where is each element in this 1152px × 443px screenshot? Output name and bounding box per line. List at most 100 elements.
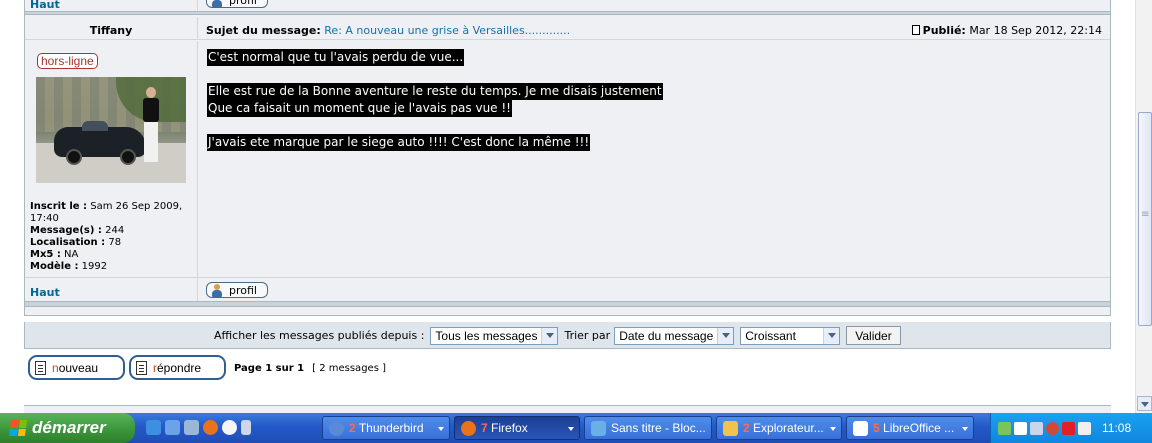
page-info: Page 1 sur 1 (234, 363, 305, 374)
location-label: Localisation : (30, 237, 106, 248)
back-to-top-link[interactable]: Haut (30, 0, 60, 11)
sort-by-value: Date du message (619, 328, 714, 343)
task-notepad[interactable]: Sans titre - Bloc... (584, 416, 712, 440)
task-count: 7 (481, 421, 488, 435)
app-icon[interactable] (241, 420, 251, 435)
task-firefox[interactable]: 7 Firefox (454, 416, 580, 440)
dropdown-arrow-icon (438, 427, 444, 431)
vertical-scrollbar[interactable] (1135, 0, 1152, 413)
reply-button[interactable]: répondre (129, 355, 226, 380)
mx5-row: Mx5 : NA (30, 249, 190, 261)
post-content: C'est normal que tu l'avais perdu de vue… (198, 41, 1110, 277)
dropdown-arrow-icon (568, 427, 574, 431)
location-row: Localisation : 78 (30, 237, 190, 249)
network-icon[interactable] (998, 421, 1011, 435)
prev-post-footer: Haut profil (25, 0, 1110, 11)
task-count: 2 (349, 421, 356, 435)
user-icon (211, 283, 223, 297)
profile-button[interactable]: profil (206, 282, 268, 298)
post-footer: Haut profil (25, 277, 1110, 301)
notepad-icon (591, 420, 606, 436)
task-libreoffice[interactable]: 5 LibreOffice ... (846, 416, 974, 440)
firefox-icon[interactable] (203, 420, 218, 435)
validate-button[interactable]: Valider (846, 326, 901, 345)
new-topic-label: nouveau (52, 361, 98, 375)
model-row: Modèle : 1992 (30, 261, 190, 273)
footer-divider (25, 301, 1110, 307)
system-tray: 11:08 (990, 413, 1152, 443)
display-since-select[interactable]: Tous les messages (430, 326, 559, 345)
media-icon[interactable] (184, 420, 199, 435)
volume-icon[interactable] (1078, 421, 1091, 435)
folder-icon (723, 420, 738, 436)
pagination-info: Page 1 sur 1 [ 2 messages ] (234, 363, 386, 374)
task-thunderbird[interactable]: 2 Thunderbird (322, 416, 450, 440)
sort-order-select[interactable]: Croissant (740, 326, 841, 345)
subject-link[interactable]: Re: A nouveau une grise à Versailles....… (324, 24, 570, 37)
profile-button-label: profil (229, 283, 257, 297)
post-icon[interactable] (911, 25, 920, 35)
new-topic-label-first: n (52, 360, 59, 375)
post-body: hors-ligne Inscrit le : Sam 26 Sep 2009,… (25, 41, 1110, 277)
message-gap (207, 117, 663, 134)
new-topic-label-rest: ouveau (58, 360, 99, 375)
start-label: démarrer (32, 418, 106, 437)
message-line: Que ca faisait un moment que je l'avais … (207, 100, 512, 117)
task-label: 7 Firefox (481, 421, 528, 435)
display-since-value: Tous les messages (435, 328, 538, 343)
prev-post-right: profil (198, 0, 1110, 11)
prev-post-left: Haut (25, 0, 198, 11)
player-icon[interactable] (222, 420, 237, 435)
message-line: Elle est rue de la Bonne aventure le res… (207, 83, 663, 100)
post-footer-right: profil (198, 278, 1110, 301)
desktop-icon[interactable] (165, 420, 180, 435)
monitor-icon[interactable] (1030, 421, 1043, 435)
display-options: Afficher les messages publiés depuis : T… (214, 326, 901, 345)
forum-table: Haut profil Tiffany Sujet du message: Re… (24, 0, 1111, 316)
post-header-left: Tiffany (25, 17, 198, 39)
new-topic-button[interactable]: nouveau (28, 355, 125, 380)
task-name: Explorateur... (753, 421, 824, 435)
scroll-down-arrow-icon[interactable] (1137, 396, 1152, 411)
task-count: 2 (743, 421, 750, 435)
start-button[interactable]: démarrer (0, 413, 135, 443)
task-label: 2 Thunderbird (349, 421, 424, 435)
document-icon (136, 360, 147, 375)
mx5-label: Mx5 : (30, 249, 61, 260)
post-date: Publié: Mar 18 Sep 2012, 22:14 (911, 24, 1102, 37)
antivirus-icon[interactable] (1062, 421, 1075, 435)
post-footer-left: Haut (25, 278, 198, 301)
back-to-top-link[interactable]: Haut (30, 286, 60, 299)
profile-button[interactable]: profil (206, 0, 268, 8)
user-info: Inscrit le : Sam 26 Sep 2009, 17:40 Mess… (30, 201, 190, 273)
message-count: [ 2 messages ] (312, 363, 386, 374)
security-icon[interactable] (1046, 421, 1059, 435)
ie-icon[interactable] (146, 420, 161, 435)
post-header-right: Sujet du message: Re: A nouveau une gris… (198, 17, 1110, 39)
avatar (36, 77, 186, 183)
post-header: Tiffany Sujet du message: Re: A nouveau … (25, 17, 1110, 40)
display-since-label: Afficher les messages publiés depuis : (214, 329, 425, 342)
published-date: Mar 18 Sep 2012, 22:14 (969, 24, 1102, 37)
task-label: 2 Explorateur... (743, 421, 824, 435)
user-profile-panel: hors-ligne Inscrit le : Sam 26 Sep 2009,… (25, 41, 198, 277)
firefox-icon (461, 420, 476, 436)
message-line: J'avais ete marque par le siege auto !!!… (207, 134, 591, 151)
windows-logo-icon (8, 420, 28, 436)
task-label: 5 LibreOffice ... (873, 421, 954, 435)
task-name: Thunderbird (358, 421, 424, 435)
post-author[interactable]: Tiffany (25, 24, 197, 37)
messages-label: Message(s) : (30, 225, 102, 236)
scrollbar-thumb[interactable] (1138, 112, 1152, 326)
sort-by-select[interactable]: Date du message (614, 326, 735, 345)
location-value: 78 (108, 237, 122, 248)
joined-label: Inscrit le : (30, 201, 88, 212)
thunderbird-icon (329, 420, 344, 436)
document-tray-icon[interactable] (1014, 421, 1027, 435)
user-icon (211, 0, 223, 7)
mx5-value: NA (64, 249, 79, 260)
task-explorer[interactable]: 2 Explorateur... (716, 416, 842, 440)
display-options-bar: Afficher les messages publiés depuis : T… (24, 322, 1111, 349)
task-name: Sans titre - Bloc... (611, 421, 706, 435)
reply-label-rest: épondre (157, 360, 202, 375)
